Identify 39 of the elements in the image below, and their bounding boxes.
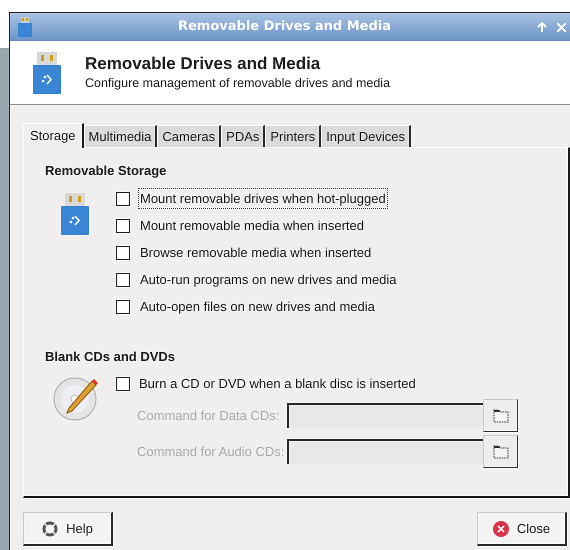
header-subtitle: Configure management of removable drives and media: [85, 74, 390, 92]
tab[interactable]: Printers: [265, 125, 322, 147]
checkbox-label[interactable]: Browse removable media when inserted: [138, 242, 374, 264]
checkbox-label[interactable]: Mount removable drives when hot-plugged: [138, 188, 388, 210]
field-label: Command for Data CDs:: [136, 406, 280, 425]
close-icon: [492, 520, 509, 536]
help-button[interactable]: Help: [23, 512, 113, 546]
window-title: Removable Drives and Media: [176, 18, 392, 36]
checkbox[interactable]: [116, 300, 130, 314]
checkbox[interactable]: [116, 218, 130, 232]
usb-drive-icon: [31, 50, 63, 94]
checkbox[interactable]: [116, 246, 130, 260]
browse-button[interactable]: [483, 399, 518, 432]
checkbox[interactable]: [116, 192, 130, 206]
folder-icon: [492, 408, 508, 423]
checkbox[interactable]: [116, 272, 130, 286]
folder-icon: [492, 444, 508, 459]
checkbox-label[interactable]: Burn a CD or DVD when a blank disc is inserted: [138, 374, 417, 394]
checkbox[interactable]: [116, 377, 130, 391]
section-heading: Blank CDs and DVDs: [45, 348, 176, 366]
tab[interactable]: PDAs: [221, 125, 266, 147]
tab[interactable]: Storage: [23, 123, 84, 148]
usb-drive-icon: [18, 17, 32, 37]
header-title: Removable Drives and Media: [85, 52, 322, 74]
lifebuoy-icon: [42, 520, 58, 536]
close-icon[interactable]: [557, 22, 566, 32]
tab[interactable]: Multimedia: [84, 125, 158, 147]
up-arrow-icon[interactable]: [537, 22, 547, 32]
tab[interactable]: Cameras: [157, 125, 222, 147]
section-heading: Removable Storage: [45, 162, 168, 180]
browse-button[interactable]: [483, 435, 518, 468]
field-label: Command for Audio CDs:: [136, 442, 286, 461]
checkbox-label[interactable]: Auto-run programs on new drives and media: [138, 268, 399, 290]
tab[interactable]: Input Devices: [321, 125, 411, 147]
usb-drive-icon: [60, 192, 90, 236]
close-button[interactable]: Close: [477, 512, 567, 546]
checkbox-label[interactable]: Auto-open files on new drives and media: [138, 296, 377, 318]
checkbox-label[interactable]: Mount removable media when inserted: [138, 214, 366, 236]
disc-pencil-icon: [52, 375, 100, 421]
